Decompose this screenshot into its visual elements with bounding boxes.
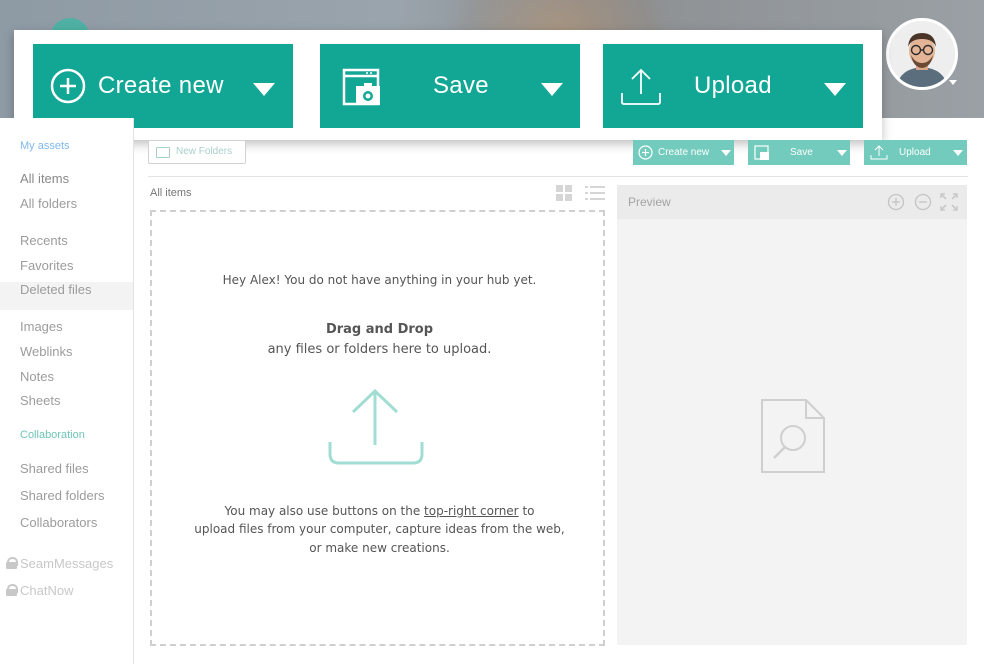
upload-button[interactable]: Upload [864, 140, 967, 165]
upload-icon [328, 388, 424, 465]
hint-text: to [518, 504, 535, 518]
screen-capture-icon [754, 145, 769, 160]
list-view-icon[interactable] [585, 185, 605, 201]
preview-header: Preview [617, 185, 967, 219]
create-new-button-large[interactable]: Create new [33, 44, 293, 128]
create-new-button[interactable]: Create new [633, 140, 734, 165]
chevron-down-icon[interactable] [253, 83, 275, 96]
zoom-out-icon[interactable] [914, 193, 932, 211]
sidebar-collaboration-heading: Collaboration [20, 429, 85, 441]
sidebar-item-shared-files[interactable]: Shared files [20, 461, 89, 476]
sidebar-item-all-folders[interactable]: All folders [20, 196, 77, 211]
preview-pane: Preview [617, 185, 967, 645]
sidebar-item-recents[interactable]: Recents [20, 233, 68, 248]
folder-plus-icon [156, 147, 170, 158]
upload-label: Upload [899, 147, 931, 158]
save-label: Save [433, 72, 489, 99]
fullscreen-icon[interactable] [940, 193, 958, 211]
new-folder-label: New Folders [176, 146, 233, 157]
plus-circle-icon [50, 68, 86, 104]
upload-icon [621, 68, 661, 105]
drag-drop-subtitle: any files or folders here to upload. [267, 342, 492, 357]
chevron-down-icon[interactable] [721, 150, 731, 156]
hint-text: You may also use buttons on the [224, 504, 425, 518]
create-new-label: Create new [98, 72, 224, 99]
toolbar-divider [148, 176, 968, 177]
screen-capture-icon [342, 68, 380, 106]
sidebar-item-seammessages[interactable]: SeamMessages [6, 556, 113, 571]
empty-hub-greeting: Hey Alex! You do not have anything in yo… [222, 273, 537, 287]
chevron-down-icon[interactable] [541, 83, 563, 96]
lock-icon [6, 584, 18, 596]
create-new-label: Create new [658, 147, 710, 158]
sidebar-item-label: SeamMessages [20, 556, 114, 571]
chevron-down-icon[interactable] [837, 150, 847, 156]
drag-drop-title: Drag and Drop [325, 322, 434, 337]
action-buttons-callout: Create new Save Upload [14, 30, 882, 140]
sidebar-item-label: ChatNow [20, 583, 74, 598]
new-folder-button[interactable]: New Folders [148, 140, 246, 164]
sidebar-item-favorites[interactable]: Favorites [20, 258, 73, 273]
grid-view-icon[interactable] [556, 185, 573, 201]
file-search-icon [761, 399, 825, 473]
sidebar-item-all-items[interactable]: All items [20, 171, 69, 186]
sidebar-item-shared-folders[interactable]: Shared folders [20, 488, 105, 503]
upload-icon [870, 145, 888, 160]
sidebar-item-sheets[interactable]: Sheets [20, 393, 60, 408]
sidebar-section-title: My assets [20, 140, 70, 152]
sidebar-item-notes[interactable]: Notes [20, 369, 54, 384]
sidebar-item-collaborators[interactable]: Collaborators [20, 515, 97, 530]
upload-button-large[interactable]: Upload [603, 44, 863, 128]
hint-line-2: upload files from your computer, capture… [194, 522, 565, 536]
lock-icon [6, 557, 18, 569]
left-sidebar: My assets All items All folders Recents … [0, 118, 134, 664]
upload-label: Upload [694, 72, 772, 99]
zoom-in-icon[interactable] [887, 193, 905, 211]
hint-line-1: You may also use buttons on the top-righ… [152, 504, 607, 518]
sidebar-item-weblinks[interactable]: Weblinks [20, 344, 73, 359]
save-label: Save [790, 147, 813, 158]
chevron-down-icon[interactable] [824, 83, 846, 96]
items-area-title: All items [150, 187, 192, 199]
chevron-down-icon[interactable] [953, 150, 963, 156]
sidebar-item-images[interactable]: Images [20, 319, 63, 334]
sidebar-item-deleted-files[interactable]: Deleted files [20, 282, 92, 297]
hint-line-3: or make new creations. [309, 541, 450, 555]
sidebar-item-chatnow[interactable]: ChatNow [6, 583, 73, 598]
avatar-menu-caret-icon[interactable] [949, 80, 957, 85]
plus-circle-icon [638, 145, 653, 160]
save-button-large[interactable]: Save [320, 44, 580, 128]
preview-title: Preview [628, 195, 671, 209]
top-right-corner-link[interactable]: top-right corner [424, 504, 519, 518]
save-button[interactable]: Save [748, 140, 850, 165]
user-avatar[interactable] [886, 18, 958, 90]
